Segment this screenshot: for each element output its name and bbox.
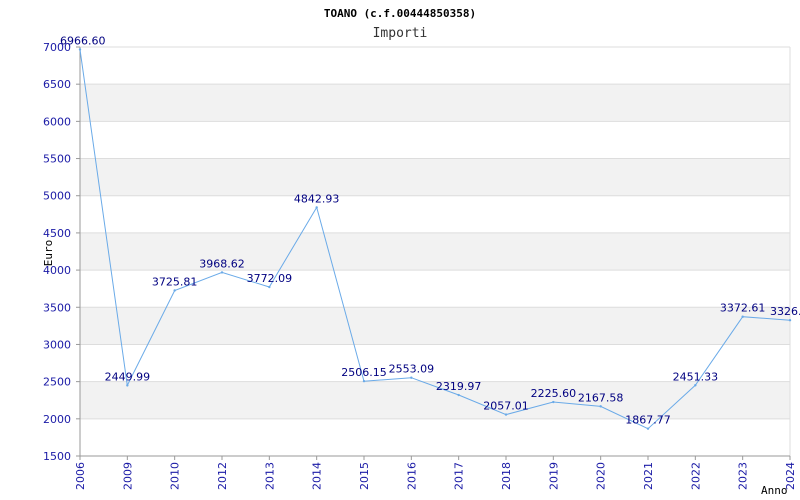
- data-point: [220, 271, 224, 274]
- y-tick-label: 6000: [43, 115, 71, 128]
- x-tick-label: 2012: [216, 462, 229, 490]
- data-label: 4842.93: [294, 192, 340, 205]
- x-tick-label: 2013: [263, 462, 276, 490]
- data-point: [694, 384, 697, 387]
- data-point: [362, 379, 366, 383]
- y-tick-label: 5000: [43, 190, 71, 203]
- x-tick-label: 2016: [405, 462, 418, 490]
- data-label: 2167.58: [578, 391, 624, 404]
- data-point: [268, 285, 271, 289]
- data-point: [457, 393, 460, 397]
- data-label: 6966.60: [60, 34, 106, 47]
- data-label: 2451.33: [673, 370, 719, 383]
- data-point: [126, 384, 129, 387]
- x-tick-label: 2020: [595, 462, 608, 490]
- data-label: 2449.99: [105, 370, 151, 383]
- data-point: [599, 405, 602, 408]
- data-point: [410, 376, 413, 379]
- data-label: 1867.77: [625, 414, 671, 427]
- chart-subtitle: Importi: [373, 26, 428, 41]
- y-tick-label: 3000: [43, 338, 71, 351]
- y-tick-label: 2000: [43, 413, 71, 426]
- data-label: 3725.81: [152, 275, 198, 288]
- x-tick-label: 2018: [500, 462, 513, 490]
- data-point: [78, 48, 82, 51]
- x-tick-label: 2015: [358, 462, 371, 490]
- data-label: 2553.09: [389, 363, 435, 376]
- data-point: [315, 206, 318, 209]
- y-tick-label: 2500: [43, 376, 71, 389]
- x-tick-label: 2021: [642, 462, 655, 490]
- y-tick-label: 1500: [43, 450, 71, 463]
- x-axis-title: Anno: [761, 484, 788, 497]
- data-label: 3968.62: [199, 257, 245, 270]
- data-point: [504, 413, 508, 416]
- x-tick-labels: 2006 2009 2010 2012 2013 2014 2015 2016 2017 2018…: [74, 462, 797, 490]
- data-label: 3372.61: [720, 302, 766, 315]
- data-label: 2225.60: [531, 387, 577, 400]
- grid-band: [80, 158, 790, 196]
- y-tick-label: 5500: [43, 153, 71, 166]
- data-point: [552, 400, 555, 404]
- y-axis-title: Euro: [42, 240, 55, 267]
- grid-band: [80, 84, 790, 122]
- data-label: 2057.01: [483, 400, 529, 413]
- x-tick-label: 2010: [169, 462, 182, 490]
- x-tick-label: 2019: [547, 462, 560, 490]
- x-tick-label: 2006: [74, 462, 87, 490]
- y-tick-label: 3500: [43, 301, 71, 314]
- data-label: 3772.09: [247, 272, 293, 285]
- chart-title: TOANO (c.f.00444850358): [324, 7, 476, 20]
- chart-container: 1500 2000 2500 3000 3500 4000 4500 5000 5500 6000…: [0, 0, 800, 500]
- data-point: [741, 315, 744, 318]
- data-label: 2319.97: [436, 380, 482, 393]
- x-tick-label: 2017: [453, 462, 466, 490]
- data-point: [788, 319, 792, 322]
- line-chart: 1500200025003000350040004500500055006000…: [42, 7, 800, 497]
- data-label: 2506.15: [341, 366, 387, 379]
- data-point: [173, 289, 176, 292]
- grid-band: [80, 307, 790, 345]
- y-tick-label: 6500: [43, 78, 71, 91]
- grid-band: [80, 232, 790, 271]
- x-tick-label: 2014: [311, 462, 324, 490]
- x-tick-label: 2023: [737, 462, 750, 490]
- y-tick-label: 4500: [43, 227, 71, 240]
- x-tick-label: 2022: [689, 462, 702, 490]
- x-tick-label: 2009: [121, 462, 134, 490]
- data-point: [646, 427, 650, 430]
- data-label: 3326.0: [770, 305, 800, 318]
- background-bands: [80, 84, 790, 419]
